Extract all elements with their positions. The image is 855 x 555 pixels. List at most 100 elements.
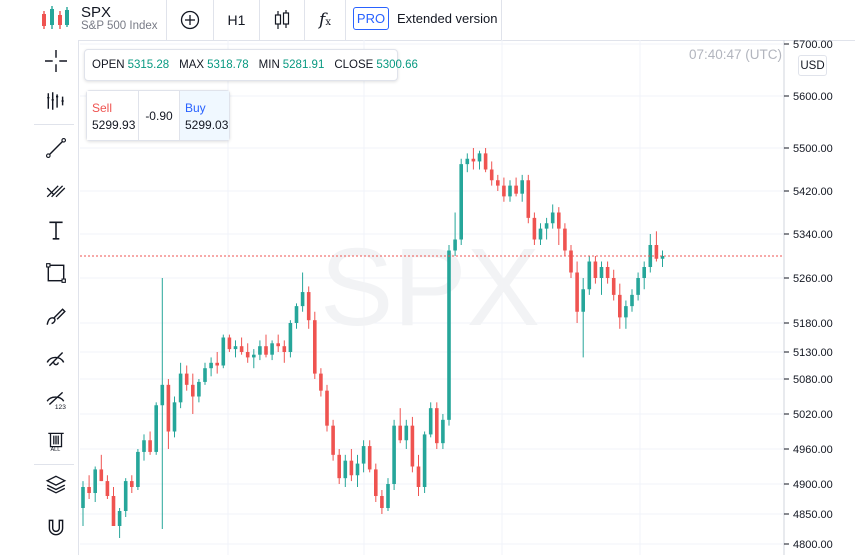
trade-widget: Sell 5299.93 -0.90 Buy 5299.03 — [86, 90, 230, 141]
price-tick-label: 5340.00 — [793, 229, 833, 241]
candle-body — [160, 384, 165, 406]
candle-body — [544, 223, 549, 229]
candle-body — [367, 446, 372, 470]
candle-body — [349, 460, 354, 476]
candle-body — [416, 466, 421, 487]
candle-body — [245, 352, 250, 358]
candlestick-icon — [274, 10, 290, 29]
candle-body — [642, 267, 646, 278]
candle-body — [526, 180, 531, 218]
candle-body — [355, 463, 360, 476]
candle-body — [337, 454, 341, 479]
sell-button[interactable]: Sell 5299.93 — [87, 91, 139, 140]
candle-body — [343, 460, 348, 479]
symbol-ticker[interactable]: SPX — [81, 4, 111, 21]
price-tick-label: 5420.00 — [793, 186, 833, 198]
candle-body — [325, 390, 329, 426]
candle-body — [404, 425, 409, 441]
candle-body — [252, 354, 256, 358]
candle-body — [569, 250, 573, 273]
candle-body — [361, 446, 366, 464]
candle-body — [471, 158, 476, 162]
candle-body — [154, 405, 158, 452]
candle-body — [593, 261, 598, 278]
buy-button[interactable]: Buy 5299.03 — [179, 91, 229, 140]
candle-body — [184, 373, 189, 385]
candle-body — [148, 440, 152, 452]
candle-body — [520, 180, 524, 194]
ohlc-legend: OPEN 5315.28 MAX 5318.78 MIN 5281.91 CLOSE 5… — [84, 49, 418, 81]
candle-body — [392, 425, 396, 484]
price-tick-label: 4800.00 — [793, 539, 833, 551]
price-tick-label: 5180.00 — [793, 318, 833, 330]
candle-body — [422, 434, 427, 487]
candle-body — [532, 217, 537, 240]
sell-label: Sell — [92, 101, 113, 115]
sell-price: 5299.93 — [92, 118, 136, 132]
close-label: CLOSE — [334, 59, 374, 71]
candle-body — [264, 346, 268, 355]
candle-body — [502, 185, 506, 197]
candle-body — [319, 373, 323, 391]
candle-body — [374, 469, 378, 496]
min-label: MIN — [258, 59, 280, 71]
pro-badge[interactable]: PRO — [353, 7, 389, 30]
candle-body — [435, 408, 439, 444]
candle-body — [630, 294, 634, 307]
price-tick-label: 5700.00 — [793, 40, 833, 51]
candle-body — [465, 158, 470, 165]
candle-body — [306, 292, 311, 321]
price-tick-label: 5020.00 — [793, 409, 833, 421]
chart-watermark: SPX — [320, 226, 540, 349]
candle-body — [538, 228, 543, 240]
candle-body — [233, 346, 238, 350]
toolbar-divider — [501, 0, 502, 40]
compare-symbol-button[interactable] — [168, 0, 212, 40]
candle-body — [142, 440, 146, 452]
candle-body — [117, 511, 122, 526]
candle-body — [447, 250, 451, 420]
candle-body — [636, 278, 640, 295]
max-label: MAX — [179, 59, 205, 71]
open-label: OPEN — [92, 59, 125, 71]
chart-type-button[interactable] — [260, 0, 304, 40]
utc-clock: 07:40:47 (UTC) — [689, 47, 783, 62]
candle-body — [209, 362, 213, 369]
candle-body — [276, 343, 280, 347]
price-tick-label: 4850.00 — [793, 509, 833, 521]
candle-body — [81, 487, 85, 508]
candle-body — [599, 267, 604, 278]
candle-body — [477, 153, 482, 162]
candle-body — [288, 323, 293, 352]
candle-body — [459, 164, 463, 240]
candle-body — [618, 294, 622, 318]
timeframe-button[interactable]: H1 — [214, 0, 259, 40]
price-tick-label: 5080.00 — [793, 374, 833, 386]
extended-version-link[interactable]: Extended version — [397, 11, 497, 26]
candle-body — [441, 419, 445, 444]
candle-body — [221, 337, 226, 366]
symbol-description[interactable]: S&P 500 Index — [81, 20, 158, 32]
open-value: 5315.28 — [127, 59, 170, 71]
price-tick-label: 5600.00 — [793, 91, 833, 103]
candle-body — [105, 481, 110, 496]
candle-body — [380, 496, 384, 508]
add-circle-icon — [180, 10, 200, 30]
buy-label: Buy — [185, 101, 206, 115]
close-value: 5300.66 — [376, 59, 418, 71]
candle-body — [136, 451, 140, 487]
candle-body — [191, 384, 195, 397]
candle-body — [624, 306, 628, 318]
candle-body — [410, 425, 415, 467]
price-tick-label: 4960.00 — [793, 444, 833, 456]
candle-body — [654, 245, 659, 259]
indicators-button[interactable]: fx — [305, 0, 345, 40]
candle-body — [178, 373, 183, 403]
candle-body — [386, 484, 390, 508]
candle-body — [197, 381, 201, 397]
candle-body — [203, 368, 207, 382]
currency-button[interactable]: USD — [798, 55, 827, 76]
candle-body — [557, 212, 561, 229]
spread-value: -0.90 — [145, 109, 173, 123]
candle-body — [130, 481, 134, 487]
